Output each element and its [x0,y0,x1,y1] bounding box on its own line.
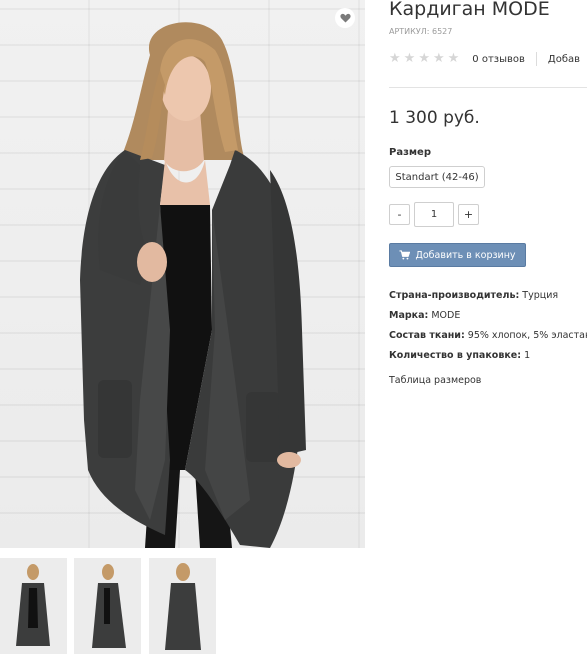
thumbnail-3-image [149,558,216,654]
spec-value: Турция [522,290,559,301]
star-icon[interactable]: ★ [389,52,401,66]
spec-label: Марка: [389,310,429,321]
favorite-button[interactable] [335,8,355,28]
divider [389,87,587,88]
divider [535,52,537,66]
thumbnail-2-image [74,558,141,654]
reviews-count-link[interactable]: 0 отзывов [472,54,525,65]
star-icon[interactable]: ★ [418,52,430,66]
rating-stars[interactable]: ★ ★ ★ ★ ★ [389,52,459,66]
star-icon[interactable]: ★ [404,52,416,66]
product-sku: АРТИКУЛ: 6527 [389,27,453,36]
model-illustration [80,22,306,548]
thumbnail-1[interactable] [0,558,67,654]
spec-pack-quantity: Количество в упаковке: 1 [389,349,587,369]
product-price: 1 300 руб. [389,108,480,128]
spec-value: MODE [431,310,461,321]
size-option-standart[interactable]: Standart (42-46) [389,166,485,188]
quantity-decrease-button[interactable]: - [389,204,410,225]
thumbnail-2[interactable] [74,558,141,654]
heart-icon [339,13,351,23]
spec-label: Количество в упаковке: [389,350,522,361]
quantity-increase-button[interactable]: + [458,204,479,225]
star-icon[interactable]: ★ [448,52,460,66]
spec-label: Состав ткани: [389,330,465,341]
spec-brand: Марка: MODE [389,309,587,329]
size-label: Размер [389,147,432,158]
product-specs: Страна-производитель: Турция Марка: MODE… [389,289,587,369]
spec-country: Страна-производитель: Турция [389,289,587,309]
add-to-cart-label: Добавить в корзину [415,249,516,261]
product-main-image[interactable] [0,0,365,548]
cart-icon [399,250,411,260]
rating-row: ★ ★ ★ ★ ★ 0 отзывов Добав [389,52,580,66]
add-to-cart-button[interactable]: Добавить в корзину [389,243,526,267]
spec-fabric: Состав ткани: 95% хлопок, 5% эластан [389,329,587,349]
thumbnail-1-image [0,558,67,654]
spec-value: 95% хлопок, 5% эластан [467,330,587,341]
product-title: Кардиган MODE [389,0,550,20]
thumbnail-3[interactable] [149,558,216,654]
size-table-link[interactable]: Таблица размеров [389,375,481,386]
star-icon[interactable]: ★ [433,52,445,66]
spec-value: 1 [524,350,531,361]
quantity-input[interactable] [414,202,454,227]
add-review-link[interactable]: Добав [548,54,580,65]
spec-label: Страна-производитель: [389,290,520,301]
